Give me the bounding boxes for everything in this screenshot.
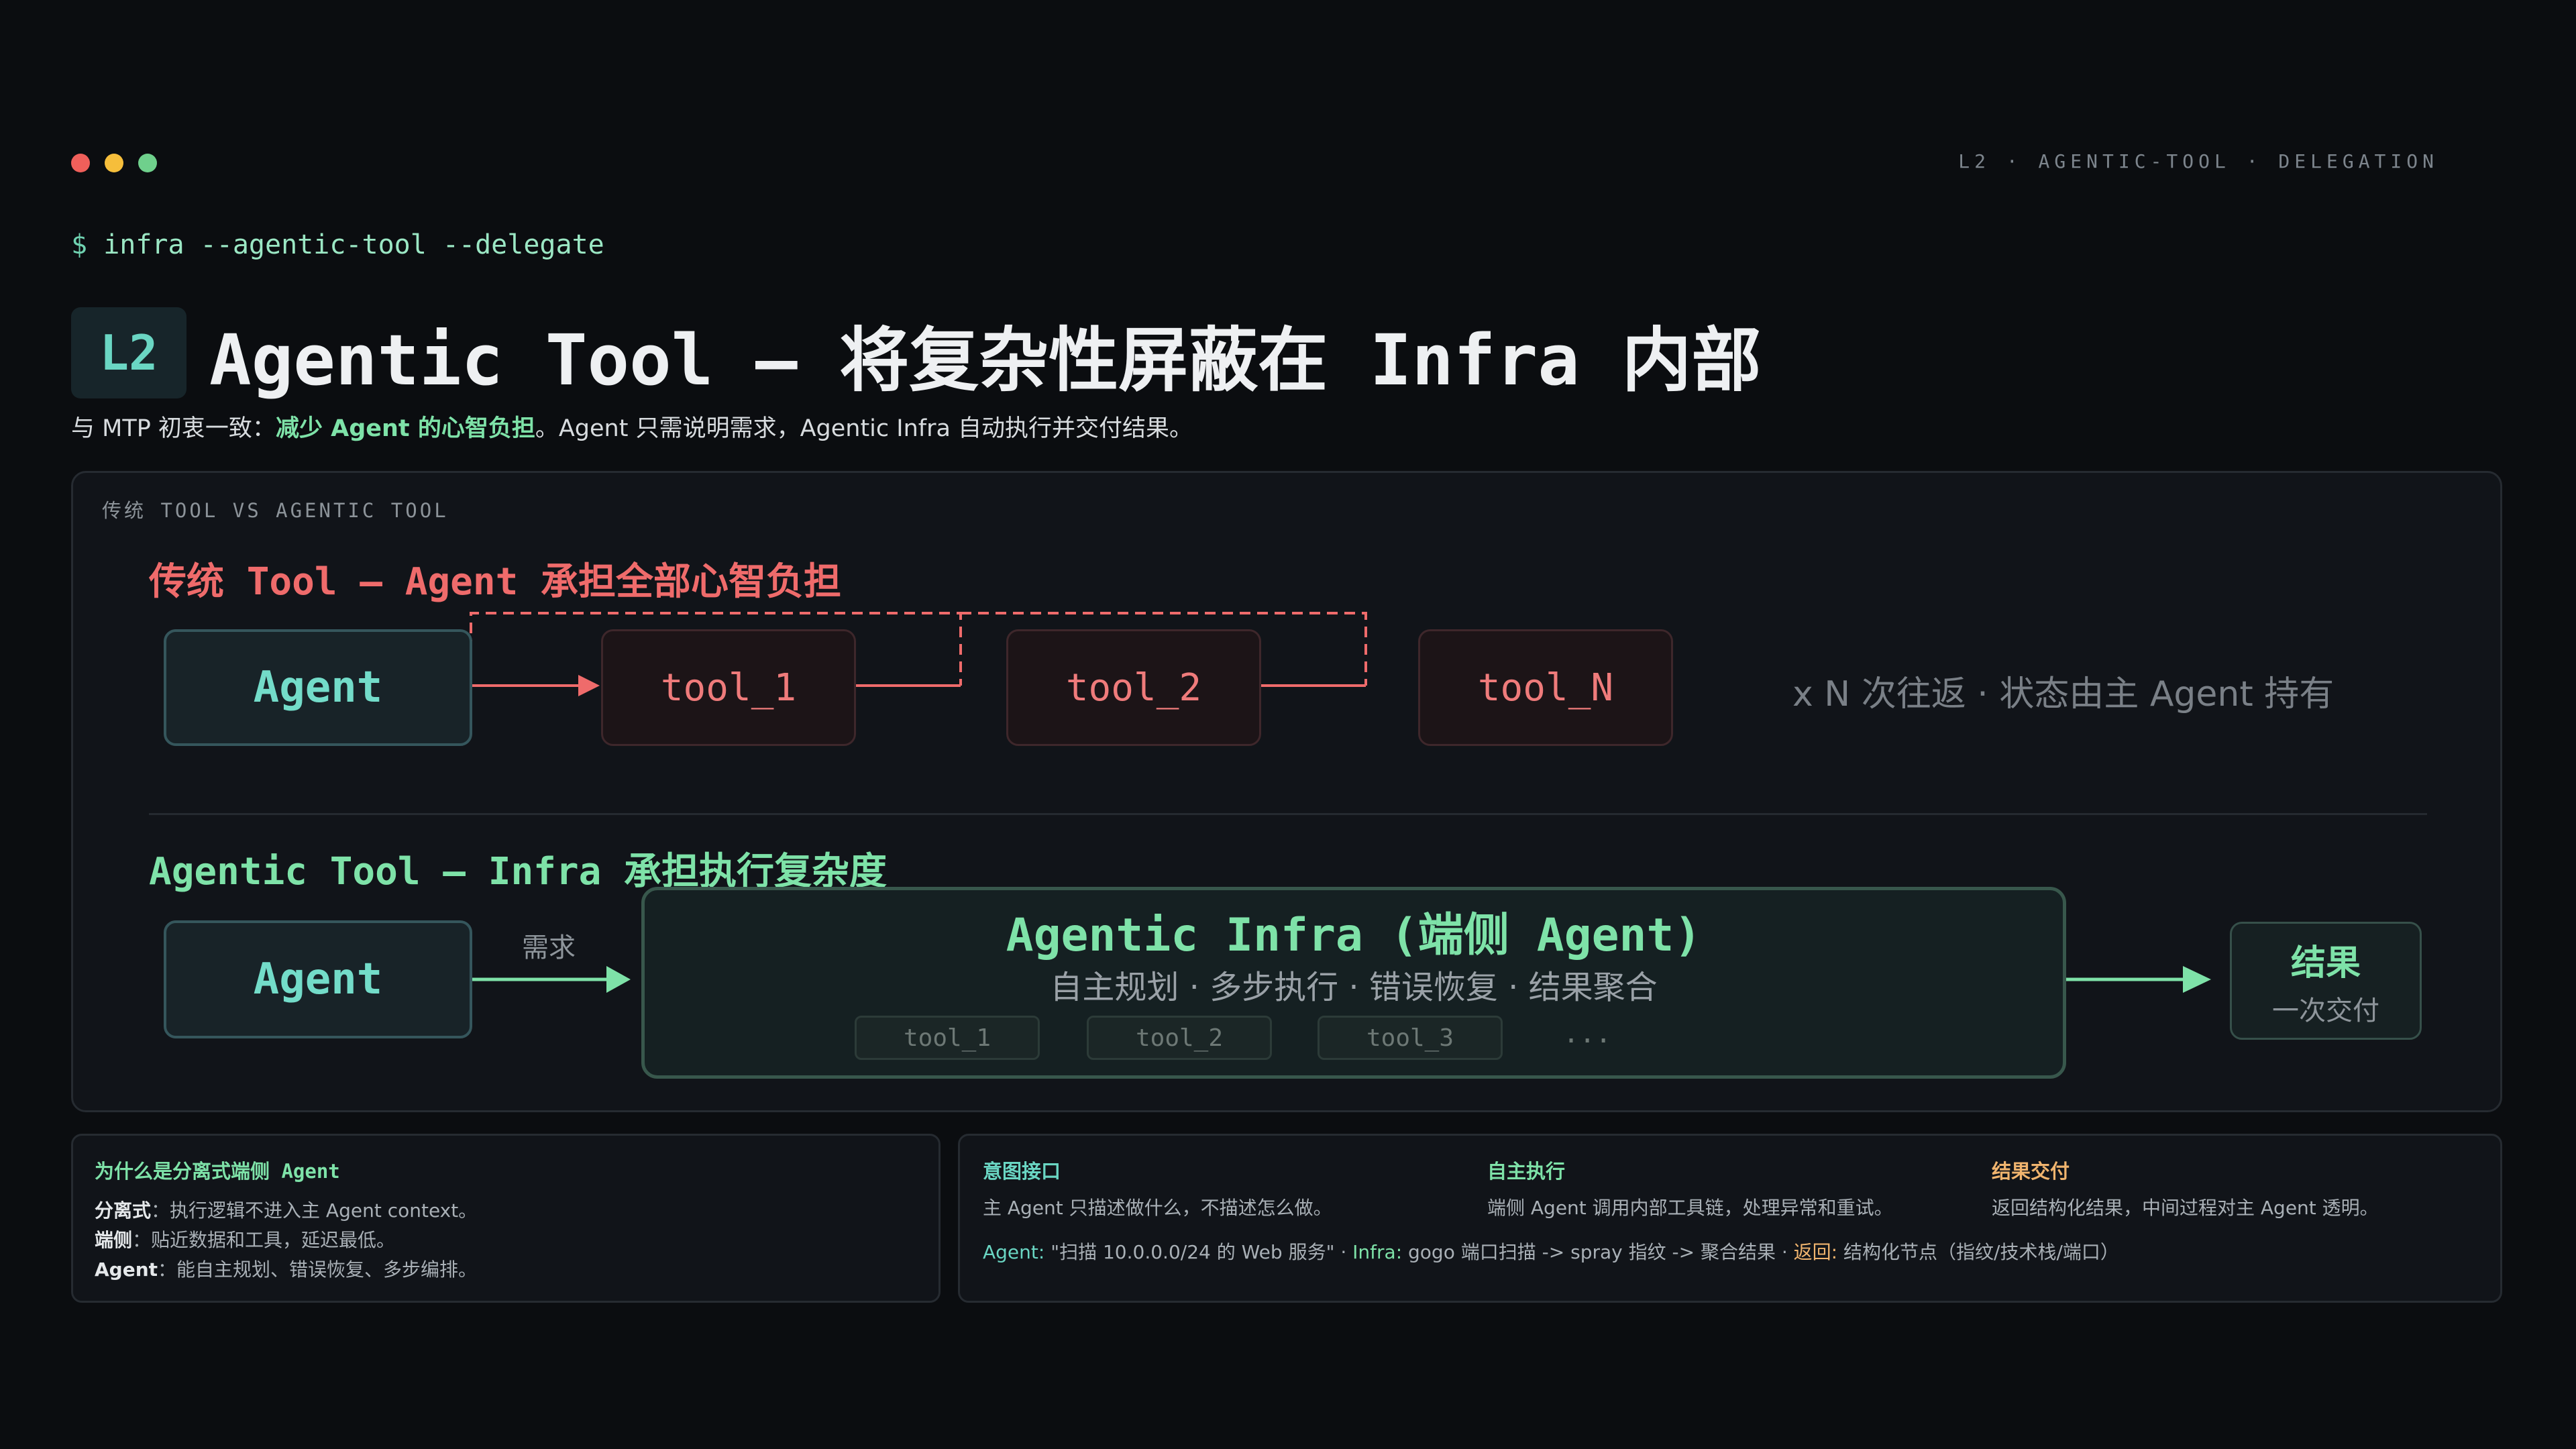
arrow-head-green-2 (2183, 966, 2211, 993)
arrow-head-green-1 (606, 966, 631, 993)
principles-card: 意图接口 主 Agent 只描述做什么，不描述怎么做。 自主执行 端侧 Agen… (958, 1134, 2502, 1303)
why-line-2-key: 端侧 (95, 1229, 133, 1251)
arrow-head-red (578, 675, 600, 696)
agentic-agent-box: Agent (164, 920, 472, 1038)
why-line-3-key: Agent (95, 1258, 158, 1281)
why-line-2-text: ：贴近数据和工具，延迟最低。 (132, 1229, 396, 1251)
infra-tool-1: tool_1 (855, 1016, 1040, 1060)
delivery-text: 返回结构化结果，中间过程对主 Agent 透明。 (1992, 1197, 2379, 1219)
traditional-note: x N 次往返 · 状态由主 Agent 持有 (1792, 674, 2334, 714)
section-divider (149, 813, 2427, 815)
why-line-3-text: ：能自主规划、错误恢复、多步编排。 (158, 1258, 478, 1281)
result-title: 结果 (2290, 943, 2361, 983)
intent-title: 意图接口 (983, 1160, 1061, 1183)
example-return-label: 返回: (1793, 1241, 1838, 1263)
why-card-title: 为什么是分离式端侧 Agent (95, 1160, 340, 1183)
request-label: 需求 (522, 932, 576, 963)
why-line-1-key: 分离式 (95, 1199, 152, 1222)
why-line-1-text: ：执行逻辑不进入主 Agent context。 (151, 1199, 478, 1222)
why-line-2: 端侧：贴近数据和工具，延迟最低。 (95, 1226, 395, 1252)
example-infra-label: Infra: (1352, 1241, 1403, 1263)
result-subtitle: 一次交付 (2272, 995, 2379, 1026)
intent-text: 主 Agent 只描述做什么，不描述怎么做。 (983, 1197, 1332, 1219)
result-box: 结果 一次交付 (2230, 922, 2422, 1040)
infra-more-ellipsis: ... (1563, 1018, 1612, 1049)
infra-subtitle: 自主规划 · 多步执行 · 错误恢复 · 结果聚合 (1050, 969, 1658, 1006)
delivery-title: 结果交付 (1992, 1160, 2070, 1183)
traditional-agent-box: Agent (164, 629, 472, 746)
autonomy-title: 自主执行 (1487, 1160, 1566, 1183)
traditional-tool-1: tool_1 (601, 629, 856, 746)
example-agent-label: Agent: (983, 1241, 1045, 1263)
infra-title: Agentic Infra (端侧 Agent) (1006, 909, 1702, 962)
example-line: Agent: "扫描 10.0.0.0/24 的 Web 服务" · Infra… (983, 1238, 2119, 1265)
why-line-1: 分离式：执行逻辑不进入主 Agent context。 (95, 1196, 477, 1223)
traditional-tool-n: tool_N (1418, 629, 1673, 746)
traditional-tool-2: tool_2 (1006, 629, 1261, 746)
infra-tool-3: tool_3 (1318, 1016, 1503, 1060)
why-line-3: Agent：能自主规划、错误恢复、多步编排。 (95, 1255, 477, 1282)
infra-tool-2: tool_2 (1087, 1016, 1272, 1060)
example-infra-text: gogo 端口扫描 -> spray 指纹 -> 聚合结果 · (1402, 1241, 1794, 1263)
why-card: 为什么是分离式端侧 Agent 分离式：执行逻辑不进入主 Agent conte… (71, 1134, 941, 1303)
example-return-text: 结构化节点（指纹/技术栈/端口） (1837, 1241, 2119, 1263)
autonomy-text: 端侧 Agent 调用内部工具链，处理异常和重试。 (1487, 1197, 1893, 1219)
example-agent-text: "扫描 10.0.0.0/24 的 Web 服务" · (1044, 1241, 1353, 1263)
